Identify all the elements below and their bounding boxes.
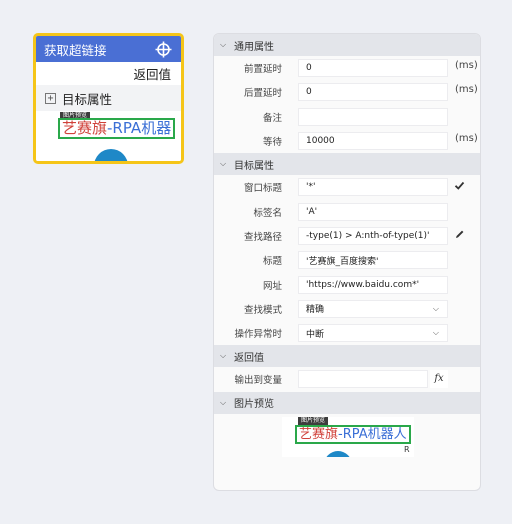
pre-delay-label: 前置延时 xyxy=(243,64,282,76)
row-note: 备注 xyxy=(214,105,480,129)
title-input[interactable]: '艺赛旗_百度搜索' xyxy=(298,251,448,270)
section-return[interactable]: ⌵ 返回值 xyxy=(214,345,480,368)
preview-side-char: R xyxy=(404,444,410,454)
row-url: 网址 'https://www.baidu.com*' xyxy=(214,272,480,296)
fx-icon[interactable]: fx xyxy=(430,370,448,389)
tag-name-label: 标签名 xyxy=(253,207,282,219)
section-preview-title: 图片预览 xyxy=(234,399,274,411)
pre-delay-input[interactable]: 0 xyxy=(298,59,448,78)
section-general-title: 通用属性 xyxy=(234,41,274,53)
crosshair-icon[interactable] xyxy=(155,41,172,58)
chevron-down-icon[interactable]: ⌵ xyxy=(433,328,439,338)
row-window-title: 窗口标题 '*' xyxy=(214,175,480,199)
chevron-down-icon[interactable]: ⌵ xyxy=(218,159,228,169)
chevron-down-icon[interactable]: ⌵ xyxy=(218,398,228,408)
url-input[interactable]: 'https://www.baidu.com*' xyxy=(298,275,448,294)
title-label: 标题 xyxy=(262,256,282,268)
post-delay-label: 后置延时 xyxy=(243,88,282,100)
row-pre-delay: 前置延时 0 (ms) xyxy=(214,56,480,80)
wait-unit: (ms) xyxy=(455,132,478,144)
preview-text-red: 艺赛旗 xyxy=(299,426,339,442)
preview-image: 图片预览 艺赛旗-RPA机器人 R xyxy=(282,416,414,457)
row-post-delay: 后置延时 0 (ms) xyxy=(214,80,480,104)
preview-tag: 图片预览 xyxy=(298,416,329,425)
row-wait: 等待 10000 (ms) xyxy=(214,129,480,153)
card-thumbnail: 图片预览 艺赛旗-RPA机器 xyxy=(36,111,181,161)
thumb-text-red: 艺赛旗 xyxy=(62,119,108,137)
row-find-path: 查找路径 -type(1) > A:nth-of-type(1)' xyxy=(214,224,480,248)
row-on-error: 操作异常时 中断 ⌵ xyxy=(214,321,480,345)
thumb-snippet: 艺赛旗-RPA机器 xyxy=(58,118,176,139)
thumb-text-blue: -RPA机器 xyxy=(107,119,172,137)
on-error-select[interactable]: 中断 ⌵ xyxy=(298,324,448,343)
property-panel: ⌵ 通用属性 前置延时 0 (ms) 后置延时 0 (ms) 备注 等待 100… xyxy=(213,33,481,491)
output-variable-label: 输出到变量 xyxy=(234,375,282,387)
section-return-title: 返回值 xyxy=(234,352,264,364)
window-title-input[interactable]: '*' xyxy=(298,178,448,197)
card-target-properties[interactable]: + 目标属性 xyxy=(36,85,181,111)
check-icon[interactable] xyxy=(454,180,465,194)
preview-logo xyxy=(324,450,352,457)
note-label: 备注 xyxy=(262,112,282,124)
row-tag-name: 标签名 'A' xyxy=(214,199,480,223)
tag-name-input[interactable]: 'A' xyxy=(298,202,448,221)
preview-area: 图片预览 艺赛旗-RPA机器人 R xyxy=(214,414,480,474)
on-error-value: 中断 xyxy=(306,329,325,340)
card-target-label: 目标属性 xyxy=(62,91,113,107)
section-preview[interactable]: ⌵ 图片预览 xyxy=(214,391,480,414)
post-delay-input[interactable]: 0 xyxy=(298,83,448,102)
chevron-down-icon[interactable]: ⌵ xyxy=(433,304,439,314)
pre-delay-unit: (ms) xyxy=(455,60,478,71)
row-output-variable: 输出到变量 fx xyxy=(214,367,480,391)
find-mode-label: 查找模式 xyxy=(243,304,282,316)
post-delay-unit: (ms) xyxy=(455,84,478,96)
find-path-label: 查找路径 xyxy=(243,231,282,243)
section-target-title: 目标属性 xyxy=(234,160,274,172)
note-input[interactable] xyxy=(298,107,448,126)
wait-label: 等待 xyxy=(262,137,282,149)
preview-text-blue: -RPA机器人 xyxy=(338,426,407,442)
preview-snippet: 艺赛旗-RPA机器人 xyxy=(295,424,411,444)
output-variable-input[interactable] xyxy=(298,370,428,389)
chevron-down-icon[interactable]: ⌵ xyxy=(218,40,228,50)
find-path-input[interactable]: -type(1) > A:nth-of-type(1)' xyxy=(298,226,448,245)
url-label: 网址 xyxy=(262,280,282,292)
activity-card-header[interactable]: 获取超链接 xyxy=(36,36,181,62)
row-find-mode: 查找模式 精确 ⌵ xyxy=(214,297,480,321)
chevron-down-icon[interactable]: ⌵ xyxy=(218,351,228,361)
activity-card[interactable]: 获取超链接 返回值 + 目标属性 图片预览 艺赛旗-RPA机器 xyxy=(33,33,184,164)
window-title-label: 窗口标题 xyxy=(243,183,282,195)
section-target[interactable]: ⌵ 目标属性 xyxy=(214,153,480,176)
find-mode-value: 精确 xyxy=(306,305,325,316)
card-return-label: 返回值 xyxy=(133,67,171,82)
find-mode-select[interactable]: 精确 ⌵ xyxy=(298,299,448,318)
on-error-label: 操作异常时 xyxy=(234,329,282,341)
thumb-logo xyxy=(94,149,128,161)
pencil-icon[interactable] xyxy=(454,229,465,243)
wait-input[interactable]: 10000 xyxy=(298,132,448,151)
section-general[interactable]: ⌵ 通用属性 xyxy=(214,34,480,56)
row-title: 标题 '艺赛旗_百度搜索' xyxy=(214,248,480,272)
activity-title: 获取超链接 xyxy=(44,42,107,58)
card-return-value: 返回值 xyxy=(36,62,181,85)
expand-icon[interactable]: + xyxy=(45,92,56,104)
